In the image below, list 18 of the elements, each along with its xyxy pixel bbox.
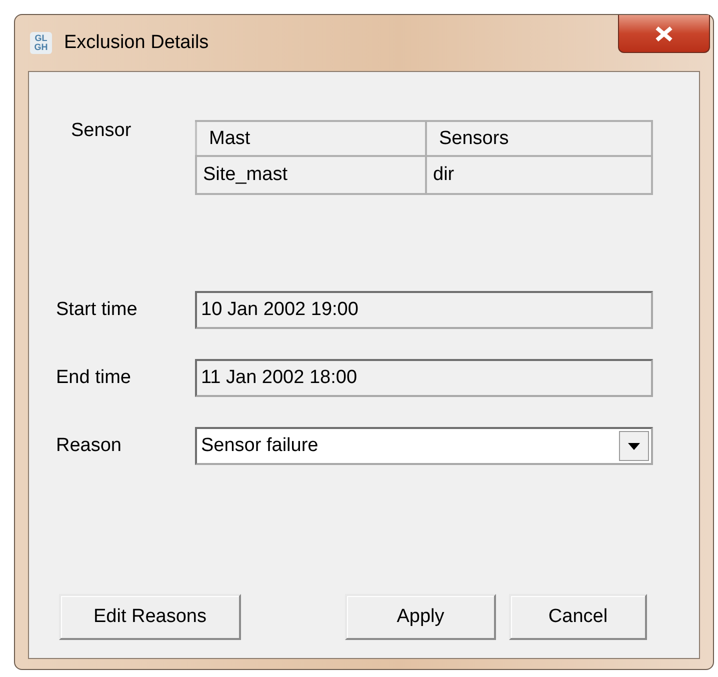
app-logo-icon: GL GH xyxy=(30,32,52,54)
sensor-label: Sensor xyxy=(71,120,132,143)
table-cell: Site_mast xyxy=(196,156,426,194)
dialog-button[interactable]: Cancel xyxy=(509,594,647,640)
column-header[interactable]: Mast xyxy=(196,121,426,156)
text-field[interactable]: 11 Jan 2002 18:00 xyxy=(195,359,653,397)
close-button[interactable] xyxy=(618,15,710,53)
window-title: Exclusion Details xyxy=(64,32,209,54)
dialog-button[interactable]: Apply xyxy=(345,594,496,640)
field-label: Reason xyxy=(56,435,122,457)
close-icon xyxy=(653,26,675,42)
field-label: End time xyxy=(56,367,132,389)
table-cell: dir xyxy=(426,156,652,194)
column-header[interactable]: Sensors xyxy=(426,121,652,156)
field-label: Start time xyxy=(56,299,138,321)
reason-dropdown[interactable]: Sensor failure xyxy=(195,427,653,465)
edit-reasons-button[interactable]: Edit Reasons xyxy=(59,594,241,640)
text-field[interactable]: 10 Jan 2002 19:00 xyxy=(195,291,653,329)
